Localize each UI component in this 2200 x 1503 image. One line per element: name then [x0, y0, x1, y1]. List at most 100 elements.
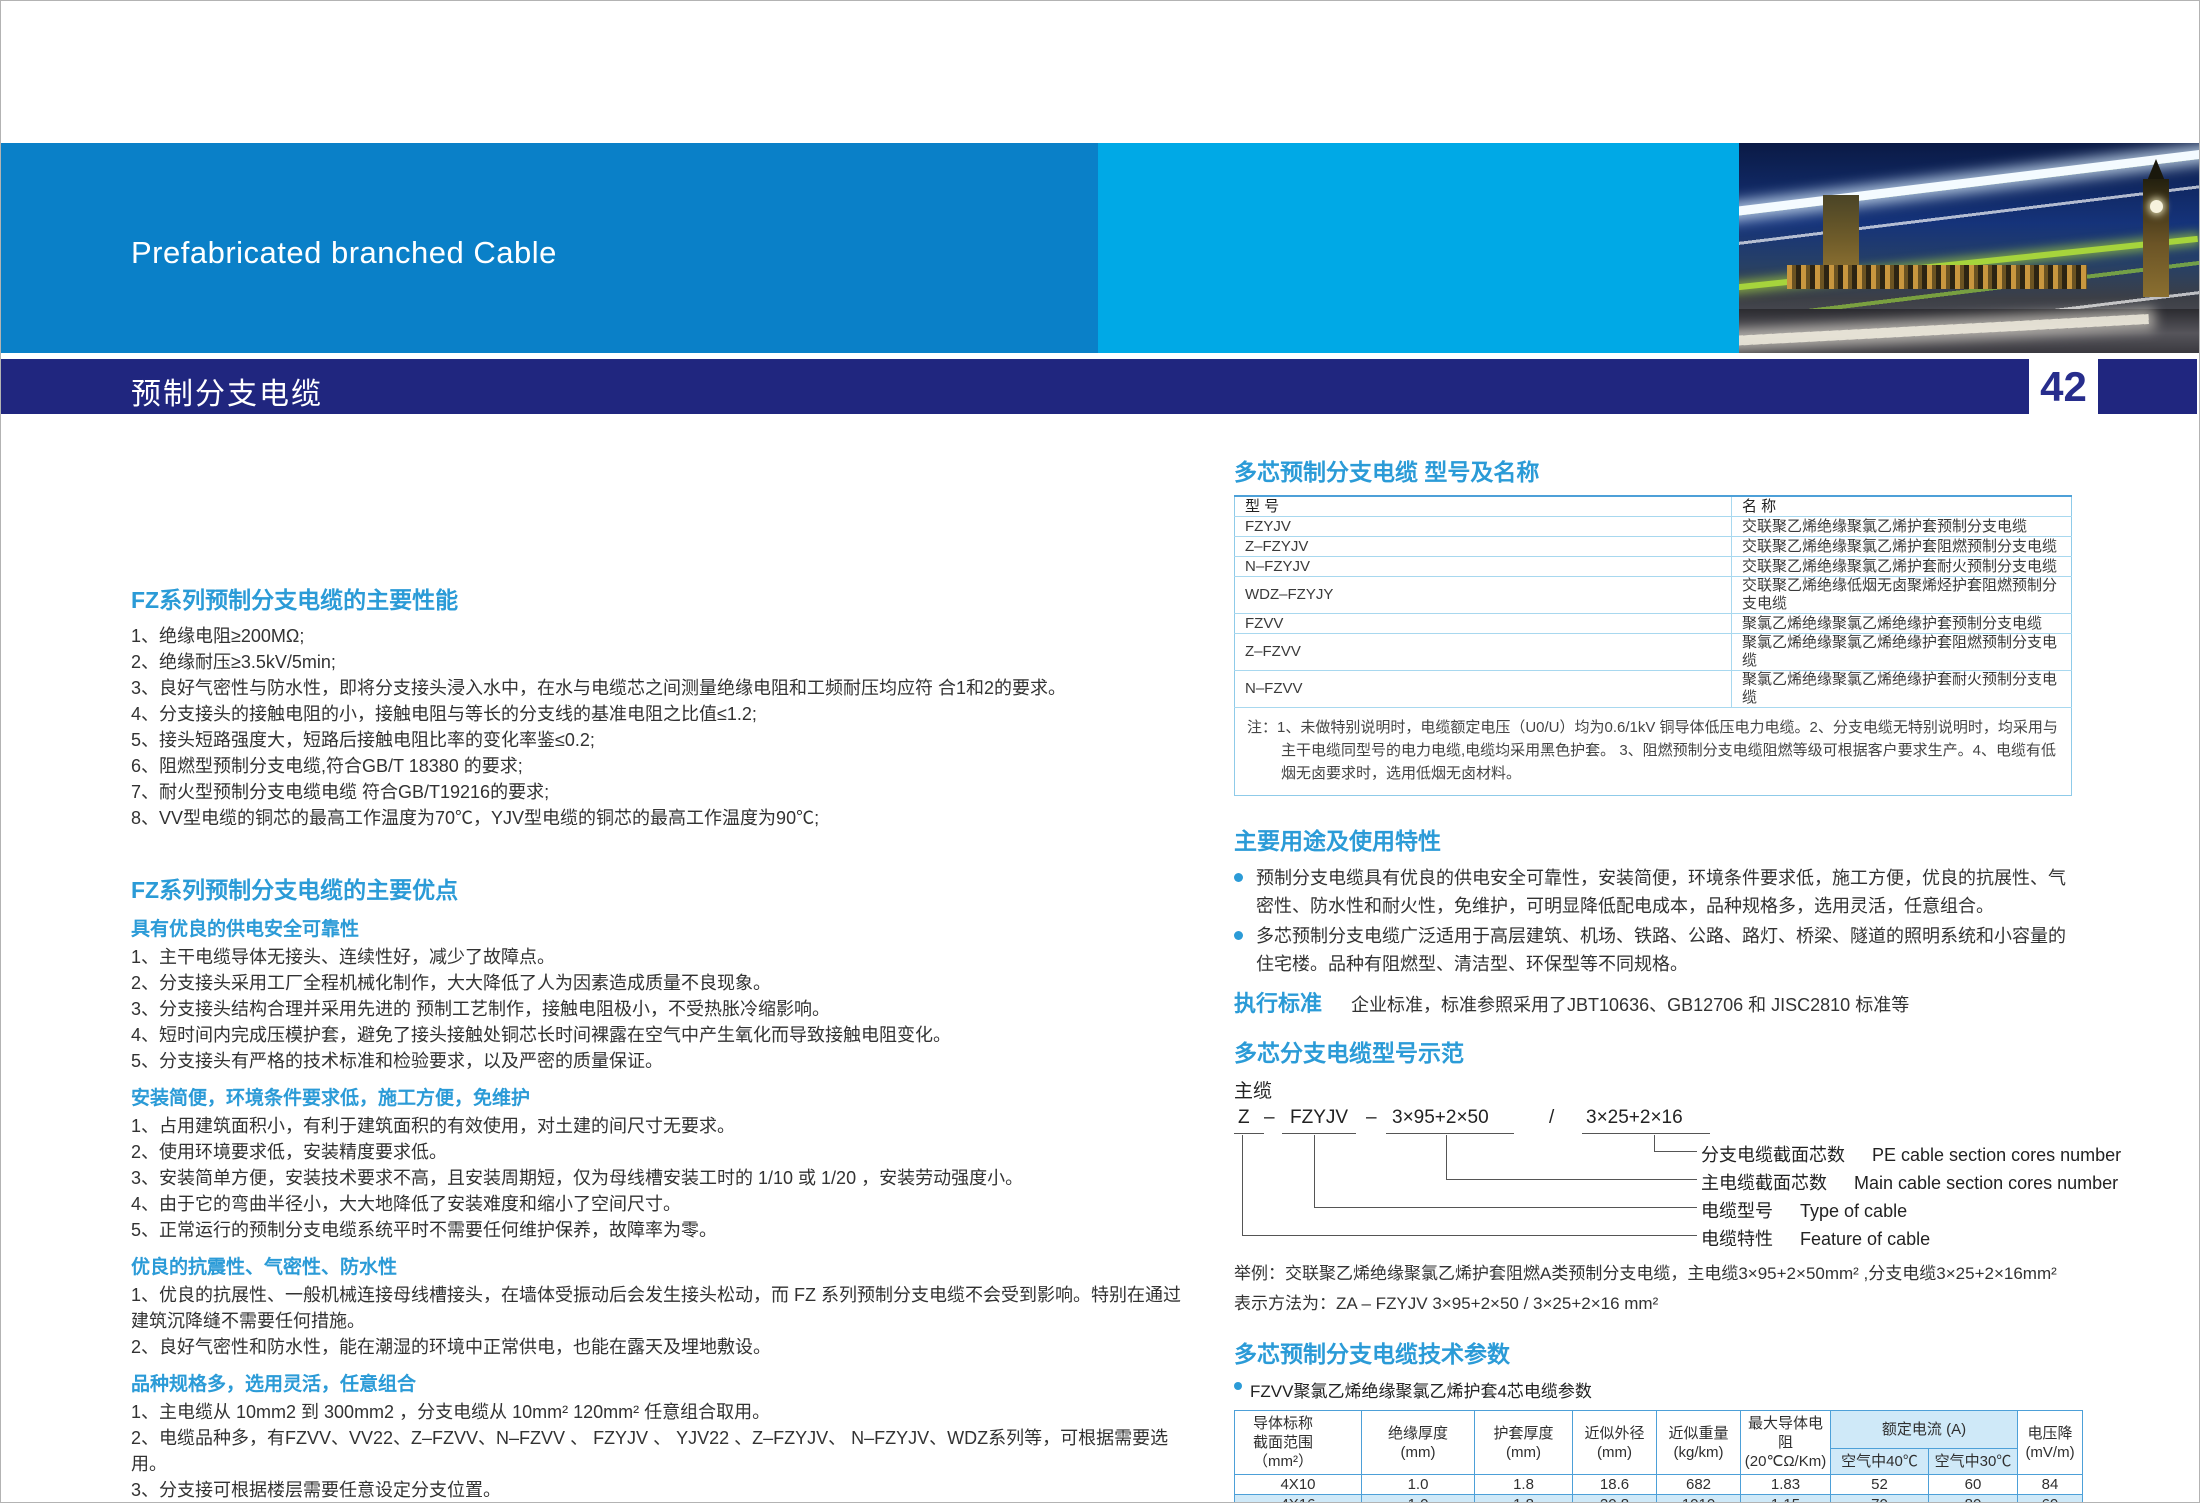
standard-text: 企业标准，标准参照采用了JBT10636、GB12706 和 JISC2810 … [1351, 995, 1909, 1015]
table-row: 4X16 1.0 1.8 20.8 1010 1.15 70 80 69 [1235, 1495, 2083, 1503]
list-item: 4、短时间内完成压模护套，避免了接头接触处铜芯长时间裸露在空气中产生氧化而导致接… [131, 1022, 1181, 1048]
cell-model-code: N–FZVV [1235, 671, 1732, 708]
cell-model-name: 交联聚乙烯绝缘聚氯乙烯护套阻燃预制分支电缆 [1732, 537, 2072, 557]
cell-model-name: 聚氯乙烯绝缘聚氯乙烯绝缘护套预制分支电缆 [1732, 614, 2072, 634]
performance-list: 1、绝缘电阻≥200MΩ;2、绝缘耐压≥3.5kV/5min;3、良好气密性与防… [131, 623, 1181, 831]
cell-resistance: 1.15 [1741, 1495, 1831, 1503]
cell-current-30: 80 [1929, 1495, 2018, 1503]
tech-subtitle: FZVV聚氯乙烯绝缘聚氯乙烯护套4芯电缆参数 [1234, 1377, 2082, 1402]
catalog-page: Prefabricated branched Cable 预制分支电缆 42 F… [0, 0, 2200, 1503]
section-title-advantages: FZ系列预制分支电缆的主要优点 [131, 871, 1181, 905]
section-title-tech-params: 多芯预制分支电缆技术参数 [1234, 1335, 2082, 1369]
variety-list: 1、主电缆从 10mm2 到 300mm2 ，分支电缆从 10mm² 120mm… [131, 1399, 1181, 1503]
col-rated-current: 额定电流 (A) [1831, 1411, 2018, 1449]
tech-subtitle-text: FZVV聚氯乙烯绝缘聚氯乙烯护套4芯电缆参数 [1250, 1382, 1592, 1401]
col-approx-weight: 近似重量 (kg/km) [1657, 1411, 1741, 1475]
list-item: 5、分支接头有严格的技术标准和检验要求，以及严密的质量保证。 [131, 1048, 1181, 1074]
list-item: 2、使用环境要求低，安装精度要求低。 [131, 1139, 1181, 1165]
callout-label-type: 电缆型号 Type of cable [1701, 1197, 1907, 1223]
section-title-designation: 多芯分支电缆型号示范 [1234, 1034, 2082, 1068]
list-item: 1、占用建筑面积小，有利于建筑面积的有效使用，对土建的间尺寸无要求。 [131, 1113, 1181, 1139]
cell-size: 4X10 [1235, 1475, 1362, 1495]
photo-big-ben-spire [2147, 159, 2165, 181]
cell-model-code: WDZ–FZYJY [1235, 577, 1732, 614]
list-item: 8、VV型电缆的铜芯的最高工作温度为70℃，YJV型电缆的铜芯的最高工作温度为9… [131, 805, 1181, 831]
cell-od: 18.6 [1573, 1475, 1657, 1495]
underline-main [1386, 1133, 1514, 1134]
callout-label-main: 主电缆截面芯数 Main cable section cores number [1701, 1169, 2118, 1195]
formula-branch-section: 3×25+2×16 [1586, 1107, 1683, 1129]
models-header-row: 型 号 名 称 [1235, 496, 2072, 517]
cell-model-code: N–FZYJV [1235, 557, 1732, 577]
models-table-body: FZYJV 交联聚乙烯绝缘聚氯乙烯护套预制分支电缆 Z–FZYJV 交联聚乙烯绝… [1235, 517, 2072, 708]
formula-dash: – [1366, 1107, 1377, 1129]
cell-model-code: Z–FZYJV [1235, 537, 1732, 557]
table-row: FZVV 聚氯乙烯绝缘聚氯乙烯绝缘护套预制分支电缆 [1235, 614, 2072, 634]
easy-install-list: 1、占用建筑面积小，有利于建筑面积的有效使用，对土建的间尺寸无要求。2、使用环境… [131, 1113, 1181, 1243]
cell-model-name: 交联聚乙烯绝缘聚氯乙烯护套预制分支电缆 [1732, 517, 2072, 537]
list-item: 6、阻燃型预制分支电缆,符合GB/T 18380 的要求; [131, 753, 1181, 779]
designation-notation: 表示方法为：ZA – FZYJV 3×95+2×50 / 3×25+2×16 m… [1234, 1291, 2082, 1317]
list-item: 1、主电缆从 10mm2 到 300mm2 ，分支电缆从 10mm² 120mm… [131, 1399, 1181, 1425]
cell-weight: 1010 [1657, 1495, 1741, 1503]
list-item: 2、绝缘耐压≥3.5kV/5min; [131, 649, 1181, 675]
navy-title-bar: 预制分支电缆 42 [1, 359, 2197, 414]
standard-line: 执行标准 企业标准，标准参照采用了JBT10636、GB12706 和 JISC… [1234, 986, 2082, 1018]
banner: Prefabricated branched Cable [1, 143, 2200, 353]
cell-model-name: 交联聚乙烯绝缘聚氯乙烯护套耐火预制分支电缆 [1732, 557, 2072, 577]
col-approx-od: 近似外径 (mm) [1573, 1411, 1657, 1475]
list-item: 1、优良的抗展性、一般机械连接母线槽接头，在墙体受振动后会发生接头松动，而 FZ… [131, 1282, 1181, 1334]
designation-diagram: Z – FZYJV – 3×95+2×50 / 3×25+2×16 分支电缆截面… [1234, 1107, 2082, 1257]
table-row: Z–FZVV 聚氯乙烯绝缘聚氯乙烯绝缘护套阻燃预制分支电缆 [1235, 634, 2072, 671]
bullet-text: 预制分支电缆具有优良的供电安全可靠性，安装简便，环境条件要求低，施工方便，优良的… [1256, 868, 2066, 916]
list-item: 7、耐火型预制分支电缆电缆 符合GB/T19216的要求; [131, 779, 1181, 805]
bullet-paragraph: 预制分支电缆具有优良的供电安全可靠性，安装简便，环境条件要求低，施工方便，优良的… [1234, 864, 2082, 920]
cell-sheath: 1.8 [1475, 1495, 1573, 1503]
cell-model-code: FZYJV [1235, 517, 1732, 537]
bullet-text: 多芯预制分支电缆广泛适用于高层建筑、机场、铁路、公路、路灯、桥梁、隧道的照明系统… [1256, 926, 2066, 974]
banner-photo-london-night [1739, 143, 2200, 353]
list-item: 4、分支接头的接触电阻的小，接触电阻与等长的分支线的基准电阻之比值≤1.2; [131, 701, 1181, 727]
table-row: N–FZVV 聚氯乙烯绝缘聚氯乙烯绝缘护套耐火预制分支电缆 [1235, 671, 2072, 708]
callout-zh: 分支电缆截面芯数 [1701, 1145, 1845, 1165]
underline-branch [1582, 1133, 1710, 1134]
designation-example: 举例：交联聚乙烯绝缘聚氯乙烯护套阻燃A类预制分支电缆，主电缆3×95+2×50m… [1234, 1261, 2082, 1287]
cell-current-30: 60 [1929, 1475, 2018, 1495]
callout-line-feature [1242, 1135, 1697, 1236]
callout-zh: 主电缆截面芯数 [1701, 1173, 1827, 1193]
cell-model-name: 聚氯乙烯绝缘聚氯乙烯绝缘护套阻燃预制分支电缆 [1732, 634, 2072, 671]
cell-resistance: 1.83 [1741, 1475, 1831, 1495]
callout-en: Feature of cable [1800, 1229, 1930, 1249]
standard-title: 执行标准 [1234, 991, 1322, 1016]
list-item: 5、正常运行的预制分支电缆系统平时不需要任何维护保养，故障率为零。 [131, 1217, 1181, 1243]
table-row: FZYJV 交联聚乙烯绝缘聚氯乙烯护套预制分支电缆 [1235, 517, 2072, 537]
table-row: Z–FZYJV 交联聚乙烯绝缘聚氯乙烯护套阻燃预制分支电缆 [1235, 537, 2072, 557]
subtitle-reliability: 具有优良的供电安全可靠性 [131, 914, 1181, 941]
bullet-dot-icon [1234, 1382, 1242, 1390]
list-item: 2、分支接头采用工厂全程机械化制作，大大降低了人为因素造成质量不良现象。 [131, 970, 1181, 996]
col-sheath-thickness: 护套厚度 (mm) [1475, 1411, 1573, 1475]
table-row: 4X10 1.0 1.8 18.6 682 1.83 52 60 84 [1235, 1475, 2083, 1495]
bullet-dot-icon [1234, 873, 1243, 882]
list-item: 3、分支接头结构合理并采用先进的 预制工艺制作，接触电阻极小，不受热胀冷缩影响。 [131, 996, 1181, 1022]
subtitle-seismic: 优良的抗震性、气密性、防水性 [131, 1252, 1181, 1279]
section-title-performance: FZ系列预制分支电缆的主要性能 [131, 581, 1181, 615]
usage-bullet-list: 预制分支电缆具有优良的供电安全可靠性，安装简便，环境条件要求低，施工方便，优良的… [1234, 864, 2082, 978]
subtitle-easy-install: 安装简便，环境条件要求低，施工方便，免维护 [131, 1083, 1181, 1110]
right-column: 多芯预制分支电缆 型号及名称 型 号 名 称 FZYJV 交联聚乙烯绝缘聚氯乙烯… [1234, 453, 2082, 1503]
col-insulation-thickness: 绝缘厚度 (mm) [1362, 1411, 1475, 1475]
list-item: 3、分支接可根据楼层需要任意设定分支位置。 [131, 1477, 1181, 1503]
tech-params-table: 导体标称 截面范围（mm²） 绝缘厚度 (mm) 护套厚度 (mm) 近似外径 … [1234, 1410, 2083, 1503]
list-item: 1、主干电缆导体无接头、连续性好，减少了故障点。 [131, 944, 1181, 970]
table-row: WDZ–FZYJY 交联聚乙烯绝缘低烟无卤聚烯烃护套阻燃预制分支电缆 [1235, 577, 2072, 614]
bullet-paragraph: 多芯预制分支电缆广泛适用于高层建筑、机场、铁路、公路、路灯、桥梁、隧道的照明系统… [1234, 922, 2082, 978]
models-header-model: 型 号 [1235, 496, 1732, 517]
page-number: 42 [2040, 363, 2087, 411]
cell-model-code: FZVV [1235, 614, 1732, 634]
page-number-box: 42 [2029, 359, 2098, 414]
list-item: 4、由于它的弯曲半径小，大大地降低了安装难度和缩小了空间尺寸。 [131, 1191, 1181, 1217]
table-row: N–FZYJV 交联聚乙烯绝缘聚氯乙烯护套耐火预制分支电缆 [1235, 557, 2072, 577]
cell-size: 4X16 [1235, 1495, 1362, 1503]
col-conductor: 导体标称 截面范围（mm²） [1235, 1411, 1362, 1475]
cell-vdrop: 84 [2018, 1475, 2083, 1495]
